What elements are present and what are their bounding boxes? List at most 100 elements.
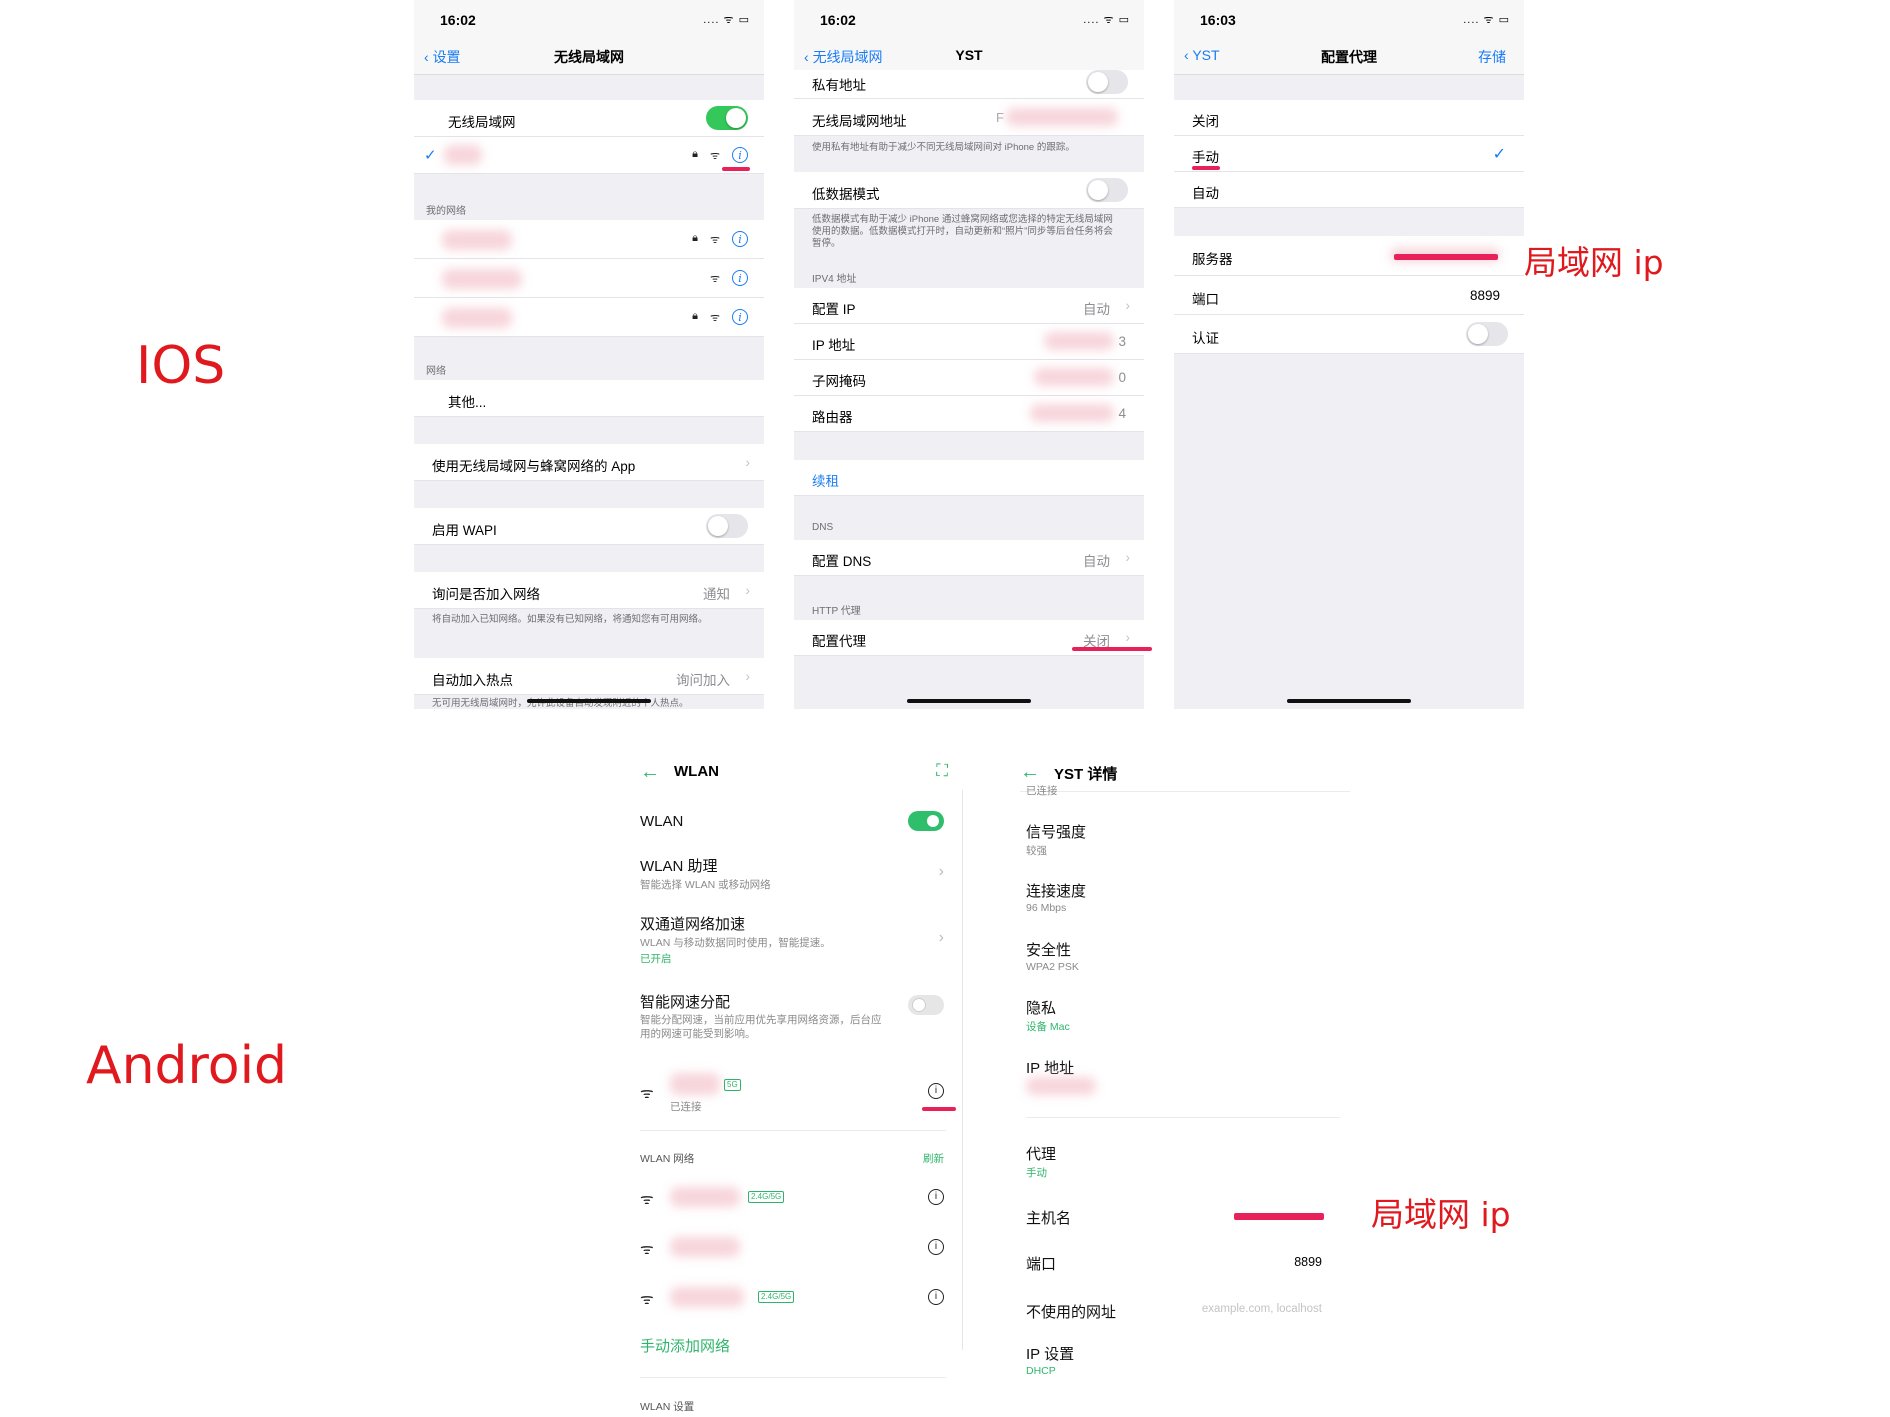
port-row[interactable]: 端口 8899 xyxy=(1174,276,1524,315)
add-network-button[interactable]: 手动添加网络 xyxy=(640,1335,730,1356)
apps-using-wifi-row[interactable]: 使用无线局域网与蜂窝网络的 App › xyxy=(414,444,764,481)
info-icon[interactable]: i xyxy=(928,1083,944,1099)
config-proxy-label: 配置代理 xyxy=(812,634,866,649)
wlan-assistant-row[interactable]: WLAN 助理 智能选择 WLAN 或移动网络 › xyxy=(630,855,960,903)
subnet-label: 子网掩码 xyxy=(812,374,866,389)
info-icon[interactable]: i xyxy=(732,309,748,325)
network-row[interactable]: ᯤ i xyxy=(630,1229,960,1269)
nav-bar: ‹ 设置 无线局域网 xyxy=(414,38,764,75)
info-icon[interactable]: i xyxy=(928,1289,944,1305)
refresh-button[interactable]: 刷新 xyxy=(923,1151,944,1166)
smart-speed-sub: 智能分配网速，当前应用优先享用网络资源，后台应用的网速可能受到影响。 xyxy=(640,1014,882,1040)
proxy-row[interactable]: 代理 手动 xyxy=(1010,1143,1350,1189)
config-ip-label: 配置 IP xyxy=(812,302,856,317)
lock-icon: 🔒︎ xyxy=(692,232,698,244)
ask-join-row[interactable]: 询问是否加入网络 通知 › xyxy=(414,572,764,609)
proxy-manual-label: 手动 xyxy=(1192,150,1219,165)
connected-network-row[interactable]: ✓ 🔒︎ ᯤ i xyxy=(414,137,764,174)
config-ip-row[interactable]: 配置 IP 自动 › xyxy=(794,288,1144,324)
network-row[interactable]: ᯤ i xyxy=(414,259,764,298)
proxy-manual-option[interactable]: 手动 ✓ xyxy=(1174,136,1524,172)
auto-hotspot-row[interactable]: 自动加入热点 询问加入 › xyxy=(414,658,764,695)
subnet-row: 子网掩码 0 xyxy=(794,360,1144,396)
bypass-row[interactable]: 不使用的网址 example.com, localhost xyxy=(1010,1297,1350,1333)
wifi-toggle[interactable] xyxy=(706,106,748,130)
network-name-redacted xyxy=(670,1073,720,1095)
save-button[interactable]: 存储 xyxy=(1478,47,1506,67)
bypass-label: 不使用的网址 xyxy=(1026,1304,1117,1321)
divider xyxy=(962,790,963,1350)
port-value[interactable]: 8899 xyxy=(1470,288,1500,303)
ip-address-value: 3 xyxy=(1118,334,1126,349)
info-highlight-underline xyxy=(922,1107,956,1111)
apps-row-label: 使用无线局域网与蜂窝网络的 App xyxy=(432,459,636,474)
network-row[interactable]: ᯤ 2.4G/5G i xyxy=(630,1279,960,1319)
proxy-off-option[interactable]: 关闭 xyxy=(1174,100,1524,136)
signal-battery-icon: .... ᯤ ▭ xyxy=(1083,14,1130,26)
annotation-lan-ip-ios: 局域网 ip xyxy=(1524,243,1664,282)
privacy-row[interactable]: 隐私 设备 Mac xyxy=(1010,997,1350,1043)
android-network-detail-screen: ← YST 详情 已连接 信号强度 较强 连接速度 96 Mbps 安全性 WP… xyxy=(1010,745,1350,1417)
wapi-toggle[interactable] xyxy=(706,514,748,538)
proxy-auto-option[interactable]: 自动 xyxy=(1174,172,1524,208)
network-row[interactable]: 🔒︎ ᯤ i xyxy=(414,220,764,259)
proxy-auto-label: 自动 xyxy=(1192,186,1219,201)
home-indicator xyxy=(907,699,1031,703)
private-address-row: 私有地址 xyxy=(794,70,1144,99)
status-bar: 16:02 .... ᯤ ▭ xyxy=(414,0,764,38)
wlan-assistant-sub: 智能选择 WLAN 或移动网络 xyxy=(640,879,771,891)
info-icon[interactable]: i xyxy=(928,1239,944,1255)
back-arrow-icon[interactable]: ← xyxy=(640,761,660,784)
ip-settings-label: IP 设置 xyxy=(1026,1346,1075,1363)
auth-toggle[interactable] xyxy=(1466,322,1508,346)
wlan-toggle[interactable] xyxy=(908,811,944,831)
network-row[interactable]: 🔒︎ ᯤ i xyxy=(414,298,764,337)
server-highlight xyxy=(1394,254,1498,260)
port-label: 端口 xyxy=(1192,292,1219,307)
hostname-row[interactable]: 主机名 xyxy=(1010,1203,1350,1239)
bypass-input[interactable]: example.com, localhost xyxy=(1202,1303,1322,1315)
low-data-toggle[interactable] xyxy=(1086,178,1128,202)
highlight-underline xyxy=(722,167,750,171)
renew-lease-button[interactable]: 续租 xyxy=(812,470,839,490)
ios-label: IOS xyxy=(136,336,226,396)
wifi-icon: ᯤ xyxy=(709,234,720,246)
port-value[interactable]: 8899 xyxy=(1294,1255,1322,1269)
chevron-right-icon: › xyxy=(745,582,750,598)
private-address-note: 使用私有地址有助于减少不同无线局域网间对 iPhone 的跟踪。 xyxy=(812,142,1075,153)
ip-settings-row[interactable]: IP 设置 DHCP xyxy=(1010,1343,1350,1389)
signal-battery-icon: .... ᯤ ▭ xyxy=(1463,14,1510,26)
port-row[interactable]: 端口 8899 xyxy=(1010,1249,1350,1285)
info-icon[interactable]: i xyxy=(732,147,748,163)
private-address-toggle[interactable] xyxy=(1086,70,1128,94)
connected-network-row[interactable]: ᯤ 5G 已连接 i xyxy=(630,1069,960,1125)
divider xyxy=(640,1130,946,1131)
info-icon[interactable]: i xyxy=(732,270,748,286)
band-badge: 5G xyxy=(724,1079,741,1091)
ask-join-value: 通知 xyxy=(703,587,730,602)
status-bar: 16:03 .... ᯤ ▭ xyxy=(1174,0,1524,38)
chevron-right-icon: › xyxy=(1125,297,1130,313)
config-dns-row[interactable]: 配置 DNS 自动 › xyxy=(794,540,1144,576)
server-row[interactable]: 服务器 xyxy=(1174,236,1524,276)
dual-channel-row[interactable]: 双通道网络加速 WLAN 与移动数据同时使用，智能提速。 已开启 › xyxy=(630,913,960,975)
back-arrow-icon[interactable]: ← xyxy=(1020,761,1040,784)
other-network-row[interactable]: 其他... xyxy=(414,380,764,417)
other-label: 其他... xyxy=(448,395,487,410)
smart-speed-toggle[interactable] xyxy=(908,995,944,1015)
page-title: 无线局域网 xyxy=(554,49,624,65)
proxy-label: 代理 xyxy=(1026,1146,1057,1163)
network-name-redacted xyxy=(670,1237,740,1257)
wifi-toggle-row: 无线局域网 xyxy=(414,100,764,137)
renew-lease-row[interactable]: 续租 xyxy=(794,460,1144,496)
dual-channel-sub: WLAN 与移动数据同时使用，智能提速。 xyxy=(640,937,831,949)
scan-icon[interactable]: ⛶ xyxy=(936,761,948,781)
wifi-address-label: 无线局域网地址 xyxy=(812,114,907,129)
info-icon[interactable]: i xyxy=(732,231,748,247)
network-row[interactable]: ᯤ 2.4G/5G i xyxy=(630,1179,960,1219)
wifi-icon: ᯤ xyxy=(640,1191,654,1208)
network-name-redacted xyxy=(670,1287,744,1307)
info-icon[interactable]: i xyxy=(928,1189,944,1205)
network-name-redacted xyxy=(444,145,482,165)
divider xyxy=(1020,791,1350,792)
